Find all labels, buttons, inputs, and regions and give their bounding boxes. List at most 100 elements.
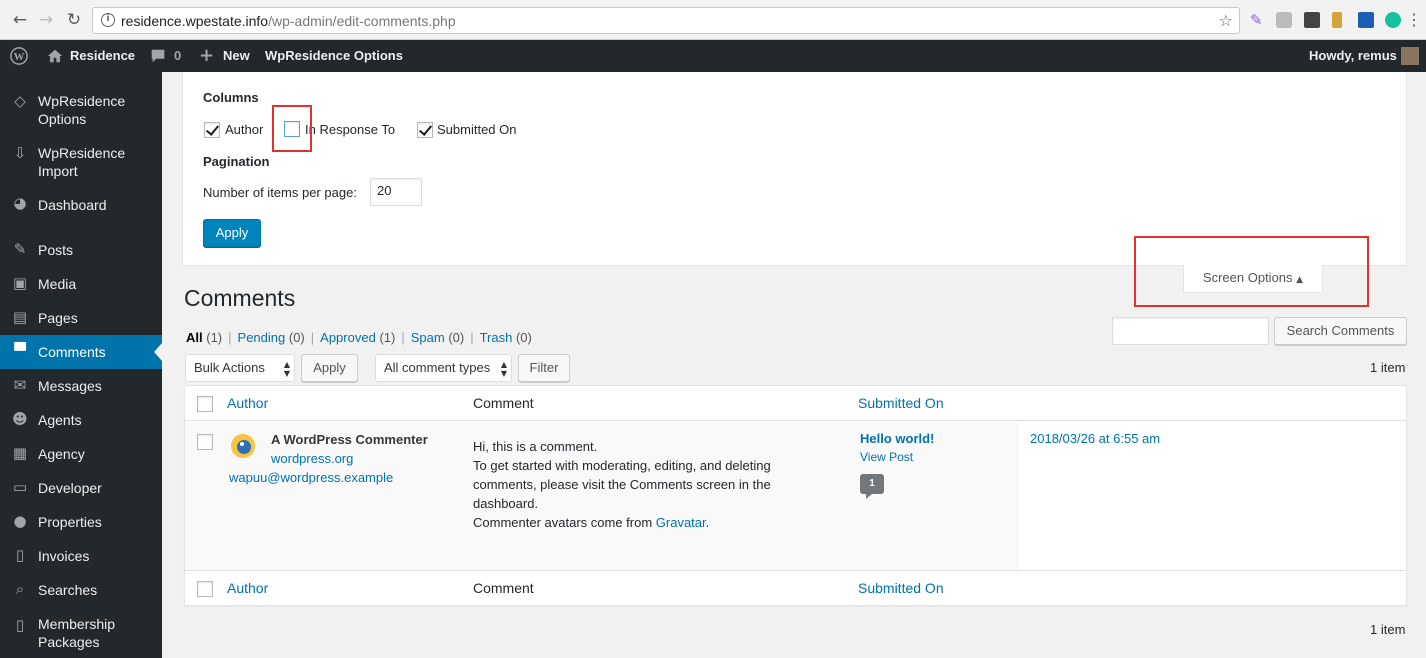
select-arrows-icon: ▲ ▼ <box>283 360 290 378</box>
author-column-header[interactable]: Author <box>227 395 268 411</box>
sidebar-item-label: Dashboard <box>38 197 107 213</box>
forward-icon[interactable]: → <box>36 10 56 30</box>
howdy-user[interactable]: Howdy, remus <box>1309 40 1397 72</box>
news-extension-icon[interactable] <box>1358 12 1374 28</box>
admin-sidebar: ◇ WpResidence Options ⇩ WpResidence Import… <box>0 72 162 658</box>
sidebar-item-wpresidence-import[interactable]: ⇩ WpResidence Import <box>0 142 162 182</box>
select-all-checkbox-footer[interactable] <box>197 581 213 597</box>
camera-extension-icon[interactable] <box>1276 12 1292 28</box>
items-per-page-input[interactable]: 20 <box>370 178 422 206</box>
filter-spam-count: (0) <box>448 330 465 345</box>
submitted-on-column-checkbox[interactable] <box>417 122 433 138</box>
comment-type-value: All comment types <box>384 360 491 375</box>
dashboard-icon: ◕ <box>13 194 27 212</box>
bulk-actions-value: Bulk Actions <box>194 360 265 375</box>
row-checkbox[interactable] <box>197 434 213 450</box>
select-all-checkbox[interactable] <box>197 396 213 412</box>
back-icon[interactable]: ← <box>10 10 30 30</box>
sidebar-item-developer[interactable]: ▭ Developer <box>0 478 162 500</box>
author-column-label[interactable]: Author <box>225 122 263 137</box>
filter-all[interactable]: All <box>186 330 203 345</box>
in-response-to-post-link[interactable]: Hello world! <box>860 429 934 448</box>
submitted-on-column-header[interactable]: Submitted On <box>858 395 944 411</box>
import-icon: ⇩ <box>13 144 27 162</box>
wpresidence-options-link[interactable]: WpResidence Options <box>265 40 403 72</box>
comment-text-line: comments, please visit the Comments scre… <box>473 477 771 492</box>
film-extension-icon[interactable] <box>1304 12 1320 28</box>
sidebar-item-posts[interactable]: ✎ Posts <box>0 240 162 262</box>
sidebar-item-messages[interactable]: ✉ Messages <box>0 376 162 398</box>
comment-icon: ▀ <box>14 342 26 360</box>
feather-extension-icon[interactable]: ✎ <box>1250 12 1266 28</box>
bulk-apply-button[interactable]: Apply <box>301 354 358 382</box>
sidebar-item-label: Messages <box>38 378 102 394</box>
reload-icon[interactable]: ↻ <box>64 10 84 30</box>
filter-trash[interactable]: Trash <box>480 330 513 345</box>
in-response-to-column-label[interactable]: In Response To <box>305 122 395 137</box>
comment-author-email[interactable]: wapuu@wordpress.example <box>229 468 393 487</box>
sidebar-item-label: Membership Packages <box>38 616 116 650</box>
sidebar-item-agency[interactable]: ▦ Agency <box>0 444 162 466</box>
bookmark-extension-icon[interactable] <box>1332 12 1342 28</box>
info-icon[interactable]: i <box>101 13 115 27</box>
sidebar-item-membership-packages[interactable]: ▯ Membership Packages <box>0 614 162 654</box>
grammarly-extension-icon[interactable] <box>1385 12 1401 28</box>
url-text: residence.wpestate.info/wp-admin/edit-co… <box>121 13 456 29</box>
location-icon: ● <box>13 512 27 530</box>
wp-admin-bar: W Residence 0 + New WpResidence Options … <box>0 40 1426 72</box>
sidebar-item-label: Media <box>38 276 77 292</box>
developer-icon: ▭ <box>12 478 28 496</box>
wordpress-logo-icon[interactable]: W <box>10 47 28 65</box>
sidebar-item-media[interactable]: ▣ Media <box>0 274 162 296</box>
new-link[interactable]: New <box>223 40 250 72</box>
sidebar-item-wpresidence-options[interactable]: ◇ WpResidence Options <box>0 90 162 130</box>
pages-icon: ▤ <box>12 308 28 326</box>
select-arrows-icon: ▲ ▼ <box>500 360 507 378</box>
avatar[interactable] <box>1401 47 1419 65</box>
screen-options-apply-button[interactable]: Apply <box>203 219 261 247</box>
sidebar-item-invoices[interactable]: ▯ Invoices <box>0 546 162 568</box>
comment-bubble-icon[interactable] <box>149 47 167 65</box>
url-path: /wp-admin/edit-comments.php <box>268 13 456 29</box>
sidebar-item-agents[interactable]: ☻ Agents <box>0 410 162 432</box>
filter-approved[interactable]: Approved <box>320 330 376 345</box>
site-name-link[interactable]: Residence <box>70 40 135 72</box>
author-column-footer[interactable]: Author <box>227 580 268 596</box>
search-icon: ⌕ <box>15 580 25 598</box>
svg-text:W: W <box>14 51 25 63</box>
sidebar-item-pages[interactable]: ▤ Pages <box>0 308 162 330</box>
filter-button[interactable]: Filter <box>518 354 570 382</box>
menu-dots-icon[interactable]: ⋮ <box>1404 10 1424 30</box>
envelope-icon: ✉ <box>13 376 27 394</box>
package-icon: ▯ <box>15 616 25 634</box>
pagination-heading: Pagination <box>203 154 270 169</box>
search-comments-input[interactable] <box>1112 317 1269 345</box>
sidebar-item-searches[interactable]: ⌕ Searches <box>0 580 162 602</box>
item-count-bottom: 1 item <box>1370 622 1406 637</box>
comments-count[interactable]: 0 <box>174 40 181 72</box>
comment-type-select[interactable]: All comment types ▲ ▼ <box>375 354 512 382</box>
gravatar-link[interactable]: Gravatar <box>656 515 706 530</box>
filter-pending[interactable]: Pending <box>238 330 286 345</box>
plus-icon[interactable]: + <box>199 40 214 72</box>
search-comments-button[interactable]: Search Comments <box>1274 317 1407 345</box>
pin-icon: ✎ <box>13 240 27 258</box>
table-row: A WordPress Commenter wordpress.org wapu… <box>185 422 1019 570</box>
sidebar-item-label: Invoices <box>38 548 90 564</box>
address-bar[interactable]: i residence.wpestate.info/wp-admin/edit-… <box>92 7 1240 34</box>
bookmark-star-icon[interactable]: ☆ <box>1219 11 1233 30</box>
submitted-on-column-label[interactable]: Submitted On <box>437 122 517 137</box>
media-icon: ▣ <box>12 274 28 292</box>
comment-author-url[interactable]: wordpress.org <box>271 449 353 468</box>
sidebar-item-label: Posts <box>38 242 74 258</box>
submitted-on-column-footer[interactable]: Submitted On <box>858 580 944 596</box>
comment-date-link[interactable]: 2018/03/26 at 6:55 am <box>1030 429 1160 448</box>
sidebar-item-properties[interactable]: ● Properties <box>0 512 162 534</box>
author-column-checkbox[interactable] <box>204 122 220 138</box>
filter-spam[interactable]: Spam <box>411 330 445 345</box>
comment-count-bubble[interactable]: 1 <box>860 474 884 499</box>
view-post-link[interactable]: View Post <box>860 448 913 467</box>
bulk-actions-select[interactable]: Bulk Actions ▲ ▼ <box>185 354 295 382</box>
sidebar-item-comments[interactable]: ▀ Comments <box>0 335 162 369</box>
sidebar-item-dashboard[interactable]: ◕ Dashboard <box>0 194 162 216</box>
